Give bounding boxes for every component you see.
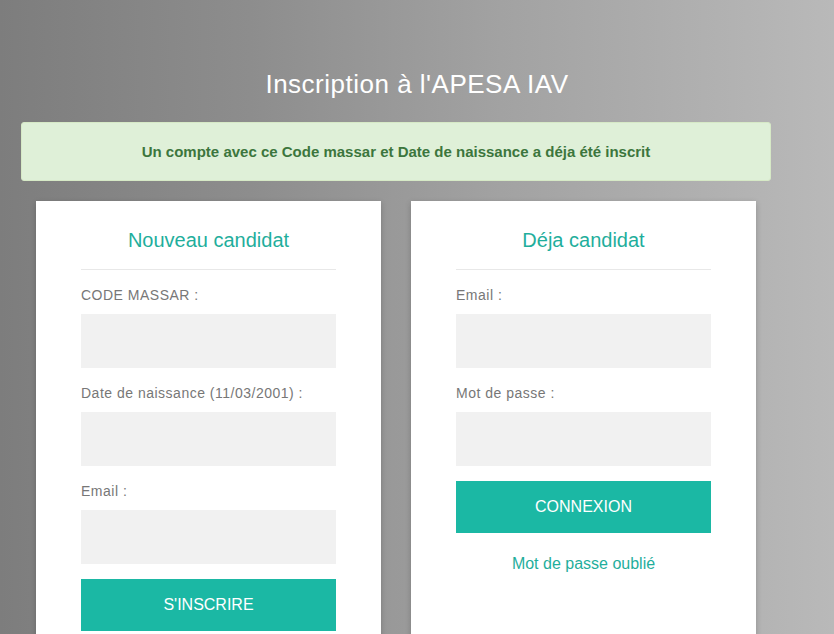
form-field: CODE MASSAR : [81,286,336,368]
content: Inscription à l'APESA IAV Un compte avec … [0,0,834,634]
card-title: Nouveau candidat [81,227,336,270]
new-candidate-card: Nouveau candidat CODE MASSAR : Date de nai… [36,201,381,634]
field-label: Mot de passe : [456,384,711,402]
form-field: Mot de passe : [456,384,711,466]
page-title: Inscription à l'APESA IAV [0,66,834,102]
text-input[interactable] [456,412,711,466]
text-input[interactable] [81,314,336,368]
forgot-password-link[interactable]: Mot de passe oublié [456,555,711,573]
text-input[interactable] [456,314,711,368]
field-label: Email : [456,286,711,304]
form-field: Email : [456,286,711,368]
login-button[interactable]: CONNEXION [456,481,711,533]
form-field: Date de naissance (11/03/2001) : [81,384,336,466]
cards: Nouveau candidat CODE MASSAR : Date de nai… [21,201,771,634]
form-fields: Email : Mot de passe : [456,270,711,466]
text-input[interactable] [81,412,336,466]
existing-candidate-card: Déja candidat Email : Mot de passe : CONNEX… [411,201,756,634]
main-container: Un compte avec ce Code massar et Date de… [21,122,771,634]
field-label: Email : [81,482,336,500]
registration-page: Inscription à l'APESA IAV Un compte avec … [0,0,834,634]
form-fields: CODE MASSAR : Date de naissance (11/03/20… [81,270,336,564]
card-title: Déja candidat [456,227,711,270]
register-button[interactable]: S'INSCRIRE [81,579,336,631]
form-field: Email : [81,482,336,564]
field-label: CODE MASSAR : [81,286,336,304]
text-input[interactable] [81,510,336,564]
field-label: Date de naissance (11/03/2001) : [81,384,336,402]
alert-message: Un compte avec ce Code massar et Date de… [21,122,771,181]
